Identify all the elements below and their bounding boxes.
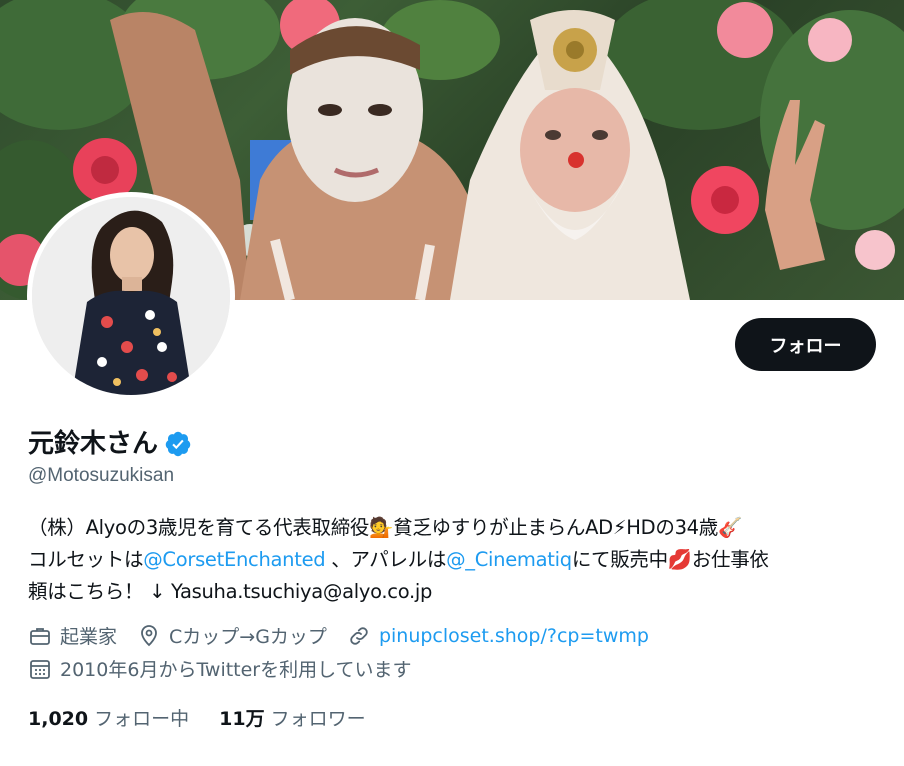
bio-emoji: 💋 <box>667 548 692 571</box>
calendar-icon <box>30 659 50 679</box>
link-icon <box>350 626 368 645</box>
verified-badge-icon[interactable] <box>164 430 192 458</box>
profile-meta-row-joined: 2010年6月からTwitterを利用しています <box>28 655 432 682</box>
following-count: 1,020 <box>28 708 89 730</box>
profile-meta-row: 起業家 Cカップ→Gカップ pinupcloset.shop/?cp=twmp <box>28 622 669 649</box>
joined-text: 2010年6月からTwitterを利用しています <box>60 659 412 681</box>
location-text: Cカップ→Gカップ <box>169 626 327 648</box>
website-link[interactable]: pinupcloset.shop/?cp=twmp <box>379 625 649 647</box>
bio-line-2: コルセットは@CorsetEnchanted 、アパレルは@_Cinematiq… <box>28 548 769 571</box>
name-row: 元鈴木さん <box>28 424 192 464</box>
location-item: Cカップ→Gカップ <box>137 622 327 649</box>
avatar-image <box>32 197 230 395</box>
followers-stat[interactable]: 11万 フォロワー <box>219 704 365 731</box>
bio-mention-cinematiq[interactable]: @_Cinematiq <box>446 548 572 571</box>
bio-line-3: 頼はこちら！ ↓ Yasuha.tsuchiya@alyo.co.jp <box>28 580 433 603</box>
profile-stats: 1,020 フォロー中 11万 フォロワー <box>28 704 396 731</box>
profile-bio: （株）Alyoの3歳児を育てる代表取締役💁貧乏ゆすりが止まらんAD⚡HDの34歳… <box>28 512 878 608</box>
bio-emoji: 💁 <box>369 516 394 539</box>
bio-line-1: （株）Alyoの3歳児を育てる代表取締役💁貧乏ゆすりが止まらんAD⚡HDの34歳… <box>28 516 742 539</box>
followers-label: フォロワー <box>270 708 366 730</box>
profession-text: 起業家 <box>60 626 118 648</box>
briefcase-icon <box>30 627 50 645</box>
bio-emoji: 🎸 <box>718 516 742 539</box>
display-name: 元鈴木さん <box>28 429 159 459</box>
following-stat[interactable]: 1,020 フォロー中 <box>28 704 189 731</box>
profession-item: 起業家 <box>28 622 117 649</box>
followers-count: 11万 <box>219 708 265 730</box>
profile-avatar[interactable] <box>27 192 235 400</box>
profile-handle: @Motosuzukisan <box>28 465 175 486</box>
location-pin-icon <box>141 624 157 646</box>
follow-button[interactable]: フォロー <box>735 318 876 371</box>
bio-emoji: ⚡ <box>612 516 627 539</box>
joined-item: 2010年6月からTwitterを利用しています <box>28 655 412 682</box>
website-item[interactable]: pinupcloset.shop/?cp=twmp <box>347 624 649 648</box>
bio-mention-corset[interactable]: @CorsetEnchanted <box>143 548 325 571</box>
following-label: フォロー中 <box>94 708 190 730</box>
